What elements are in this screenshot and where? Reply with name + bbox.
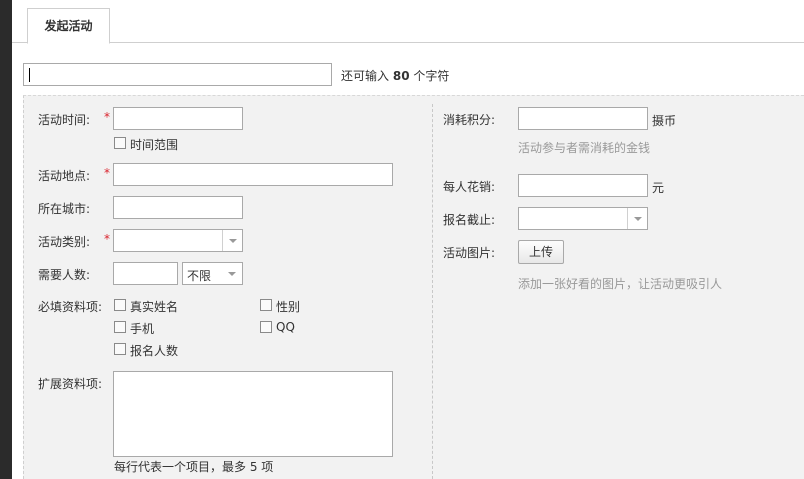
- required-mark: *: [104, 110, 110, 124]
- people-label: 需要人数:: [38, 268, 91, 282]
- chevron-down-icon: [229, 239, 237, 243]
- dropdown-toggle[interactable]: [627, 208, 647, 229]
- image-label: 活动图片:: [443, 246, 496, 260]
- column-divider: [432, 104, 433, 479]
- checkbox-real-name[interactable]: [114, 299, 126, 311]
- chevron-down-icon: [228, 272, 236, 276]
- char-hint-prefix: 还可输入: [341, 69, 390, 83]
- image-hint: 添加一张好看的图片，让活动更吸引人: [518, 277, 723, 291]
- tab-create-activity[interactable]: 发起活动: [27, 8, 110, 44]
- time-label: 活动时间:: [38, 113, 91, 127]
- required-mark: *: [104, 232, 110, 246]
- points-label: 消耗积分:: [443, 113, 496, 127]
- checkbox-gender[interactable]: [260, 299, 272, 311]
- cost-label: 每人花销:: [443, 180, 496, 194]
- points-hint: 活动参与者需消耗的金钱: [518, 141, 651, 155]
- people-limit-value: 不限: [187, 269, 212, 283]
- checkbox-real-name-label: 真实姓名: [130, 300, 179, 314]
- city-label: 所在城市:: [38, 202, 91, 216]
- checkbox-phone-label: 手机: [130, 322, 155, 336]
- checkbox-qq[interactable]: [260, 321, 272, 333]
- text-caret: [29, 68, 30, 82]
- cost-input[interactable]: [518, 174, 648, 197]
- deadline-select[interactable]: [518, 207, 648, 230]
- char-hint-count: 80: [392, 69, 410, 83]
- extra-fields-label: 扩展资料项:: [38, 377, 103, 391]
- category-label: 活动类别:: [38, 235, 91, 249]
- time-range-label: 时间范围: [130, 138, 179, 152]
- people-input[interactable]: [113, 262, 178, 285]
- tab-bar: 发起活动: [12, 0, 804, 44]
- points-input[interactable]: [518, 107, 648, 130]
- dropdown-toggle[interactable]: [222, 263, 242, 284]
- people-limit-select[interactable]: 不限: [182, 262, 243, 285]
- extra-fields-hint: 每行代表一个项目，最多 5 项: [114, 460, 274, 474]
- deadline-label: 报名截止:: [443, 213, 496, 227]
- activity-title-input[interactable]: [23, 63, 332, 86]
- place-label: 活动地点:: [38, 169, 91, 183]
- city-input[interactable]: [113, 196, 243, 219]
- category-select[interactable]: [113, 229, 243, 252]
- required-mark: *: [104, 166, 110, 180]
- chevron-down-icon: [634, 217, 642, 221]
- char-hint-suffix: 个字符: [413, 69, 450, 83]
- required-fields-label: 必填资料项:: [38, 300, 103, 314]
- time-range-checkbox[interactable]: [114, 137, 126, 149]
- cost-unit: 元: [652, 181, 665, 195]
- points-unit: 摄币: [652, 114, 677, 128]
- checkbox-qq-label: QQ: [276, 320, 295, 334]
- checkbox-signup-count-label: 报名人数: [130, 344, 179, 358]
- place-input[interactable]: [113, 163, 393, 186]
- dropdown-toggle[interactable]: [222, 230, 242, 251]
- upload-button[interactable]: 上传: [518, 240, 564, 264]
- checkbox-signup-count[interactable]: [114, 343, 126, 355]
- char-count-hint: 还可输入 80 个字符: [341, 67, 449, 84]
- time-input[interactable]: [113, 107, 243, 130]
- extra-fields-textarea[interactable]: [113, 371, 393, 457]
- checkbox-phone[interactable]: [114, 321, 126, 333]
- left-dark-strip: [0, 0, 12, 479]
- checkbox-gender-label: 性别: [276, 300, 301, 314]
